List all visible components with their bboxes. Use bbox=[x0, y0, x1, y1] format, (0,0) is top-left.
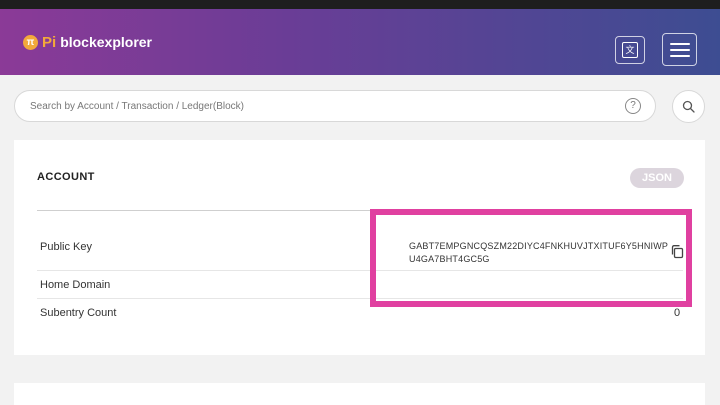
json-button[interactable]: JSON bbox=[630, 168, 684, 188]
subentry-count-value: 0 bbox=[674, 307, 681, 319]
app-header: π Pi blockexplorer 文 bbox=[0, 9, 720, 75]
language-icon: 文 bbox=[622, 42, 638, 58]
pi-logo-icon: π bbox=[23, 34, 38, 50]
row-divider bbox=[37, 270, 683, 271]
account-title: ACCOUNT bbox=[37, 171, 95, 183]
logo-pi-text: Pi bbox=[42, 33, 57, 51]
search-icon bbox=[682, 100, 695, 113]
logo-brand-text: blockexplorer bbox=[60, 34, 153, 50]
divider bbox=[37, 210, 683, 211]
search-bar: ? bbox=[14, 90, 656, 122]
top-strip bbox=[0, 0, 720, 9]
search-button[interactable] bbox=[672, 90, 705, 123]
logo[interactable]: π Pi blockexplorer bbox=[23, 32, 152, 52]
menu-button[interactable] bbox=[662, 33, 697, 66]
copy-icon[interactable] bbox=[670, 244, 685, 259]
help-icon[interactable]: ? bbox=[625, 98, 641, 114]
search-input[interactable] bbox=[30, 100, 610, 112]
row-divider bbox=[37, 298, 683, 299]
hamburger-menu-icon bbox=[669, 42, 690, 57]
next-card bbox=[14, 383, 705, 405]
subentry-count-label: Subentry Count bbox=[40, 307, 117, 319]
public-key-label: Public Key bbox=[40, 241, 92, 253]
home-domain-label: Home Domain bbox=[40, 279, 111, 291]
account-card: ACCOUNT JSON Public Key GABT7EMPGNCQSZM2… bbox=[14, 140, 705, 355]
language-button[interactable]: 文 bbox=[615, 36, 645, 64]
public-key-value: GABT7EMPGNCQSZM22DIYC4FNKHUVJTXITUF6Y5HN… bbox=[409, 241, 669, 264]
